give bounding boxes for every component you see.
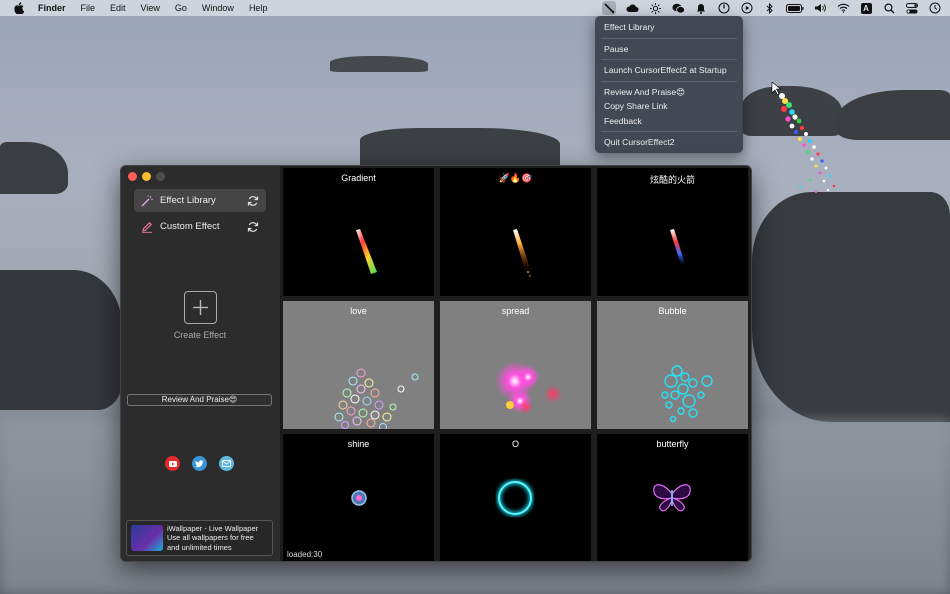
promo-line: and unlimited times <box>167 542 232 552</box>
fire-rocket-preview <box>513 229 531 277</box>
wechat-icon[interactable] <box>671 1 685 15</box>
mouse-cursor-icon <box>771 82 782 96</box>
battery-icon[interactable] <box>786 1 804 15</box>
cursor-effect-icon[interactable] <box>602 1 616 15</box>
input-source-icon[interactable]: A <box>859 1 873 15</box>
clock-icon[interactable] <box>928 1 942 15</box>
menu-bar: Finder File Edit View Go Window Help A <box>0 0 950 16</box>
loaded-count: loaded:30 <box>287 550 323 559</box>
sidebar-item-custom-effect[interactable]: Custom Effect <box>134 215 266 238</box>
zoom-window-button[interactable] <box>156 172 165 181</box>
trail-particles <box>779 93 836 194</box>
love-hearts-preview <box>334 368 419 429</box>
apple-logo-icon[interactable] <box>14 2 26 14</box>
play-icon[interactable] <box>740 1 754 15</box>
create-effect-button[interactable]: Create Effect <box>159 291 241 340</box>
control-center-icon[interactable] <box>905 1 919 15</box>
menu-item-pause[interactable]: Pause <box>595 42 743 57</box>
menu-separator <box>601 59 737 60</box>
youtube-icon[interactable] <box>165 456 180 471</box>
window-controls <box>128 172 170 181</box>
status-bar: A <box>593 0 942 16</box>
promo-line: iWallpaper - Live Wallpaper <box>167 523 259 533</box>
menu-item-quit[interactable]: Quit CursorEffect2 <box>595 135 743 150</box>
effect-tile-love[interactable]: love <box>283 301 434 429</box>
spread-glow-preview <box>495 361 562 414</box>
twitter-icon[interactable] <box>192 456 207 471</box>
mail-icon[interactable] <box>219 456 234 471</box>
menu-help[interactable]: Help <box>249 3 268 13</box>
cursoreffect-window: Effect Library Custom Effect Create Effe… <box>120 165 752 562</box>
refresh-icon[interactable] <box>247 221 259 233</box>
wallpaper-rock <box>360 128 560 168</box>
cursor-trail-effect <box>771 82 836 194</box>
bubble-preview <box>661 365 713 423</box>
close-window-button[interactable] <box>128 172 137 181</box>
shine-preview <box>351 490 367 506</box>
sun-icon[interactable] <box>648 1 662 15</box>
menu-file[interactable]: File <box>81 3 96 13</box>
sidebar-item-label: Effect Library <box>160 195 216 206</box>
pencil-icon <box>141 221 153 233</box>
review-and-praise-button[interactable]: Review And Praise😍 <box>127 394 272 406</box>
power-icon[interactable] <box>717 1 731 15</box>
menu-separator <box>601 80 737 82</box>
menu-view[interactable]: View <box>141 3 160 13</box>
menu-separator <box>601 37 737 39</box>
social-links <box>165 456 246 471</box>
cool-rocket-preview <box>670 229 685 265</box>
promo-line: Use all wallpapers for free <box>167 533 254 543</box>
effect-tile-o[interactable]: O <box>440 434 591 561</box>
bluetooth-icon[interactable] <box>763 1 777 15</box>
menu-edit[interactable]: Edit <box>110 3 126 13</box>
wallpaper-rock <box>836 90 950 140</box>
wallpaper-rock <box>330 56 428 72</box>
effect-tile-bubble[interactable]: Bubble <box>597 301 748 429</box>
effect-tile-cool-rocket[interactable]: 炫酷的火箭 <box>597 168 748 296</box>
wifi-icon[interactable] <box>836 1 850 15</box>
menu-item-copy-share-link[interactable]: Copy Share Link <box>595 99 743 114</box>
input-source-label: A <box>860 2 872 14</box>
menu-item-feedback[interactable]: Feedback <box>595 114 743 129</box>
menu-item-effect-library[interactable]: Effect Library <box>595 20 743 35</box>
wallpaper-rock <box>0 270 122 410</box>
iwallpaper-promo[interactable]: iWallpaper - Live Wallpaper Use all wall… <box>126 520 273 556</box>
menu-app-name[interactable]: Finder <box>38 3 66 13</box>
status-menu-dropdown: Effect Library Pause Launch CursorEffect… <box>595 16 743 153</box>
menu-separator <box>601 131 737 132</box>
search-icon[interactable] <box>882 1 896 15</box>
effect-tile-shine[interactable]: shine <box>283 434 434 561</box>
wallpaper-rock <box>752 192 950 422</box>
promo-text: iWallpaper - Live Wallpaper Use all wall… <box>167 524 258 553</box>
bell-icon[interactable] <box>694 1 708 15</box>
effect-tile-butterfly[interactable]: butterfly <box>597 434 748 561</box>
effect-tile-rocket-fire[interactable]: 🚀🔥🎯 <box>440 168 591 296</box>
refresh-icon[interactable] <box>247 195 259 207</box>
plus-icon <box>183 291 217 324</box>
menu-item-review[interactable]: Review And Praise😍 <box>595 85 743 100</box>
sidebar-item-effect-library[interactable]: Effect Library <box>134 189 266 212</box>
volume-icon[interactable] <box>813 1 827 15</box>
gradient-rocket-preview <box>356 229 377 274</box>
sidebar: Effect Library Custom Effect Create Effe… <box>121 166 281 561</box>
effect-tile-spread[interactable]: spread <box>440 301 591 429</box>
cloud-icon[interactable] <box>625 1 639 15</box>
sidebar-item-label: Custom Effect <box>160 221 220 232</box>
menu-go[interactable]: Go <box>175 3 187 13</box>
create-effect-label: Create Effect <box>173 330 227 340</box>
magic-wand-icon <box>141 194 153 207</box>
butterfly-preview <box>653 484 691 512</box>
iwallpaper-app-icon <box>131 525 163 551</box>
wallpaper-rock <box>0 142 68 194</box>
ring-preview <box>497 480 533 516</box>
minimize-window-button[interactable] <box>142 172 151 181</box>
menu-item-launch-at-startup[interactable]: Launch CursorEffect2 at Startup <box>595 63 743 78</box>
effect-tile-gradient[interactable]: Gradient <box>283 168 434 296</box>
menu-window[interactable]: Window <box>202 3 234 13</box>
effect-grid: Gradient 🚀🔥🎯 炫酷的火箭 love spread Bubble sh… <box>283 168 751 561</box>
